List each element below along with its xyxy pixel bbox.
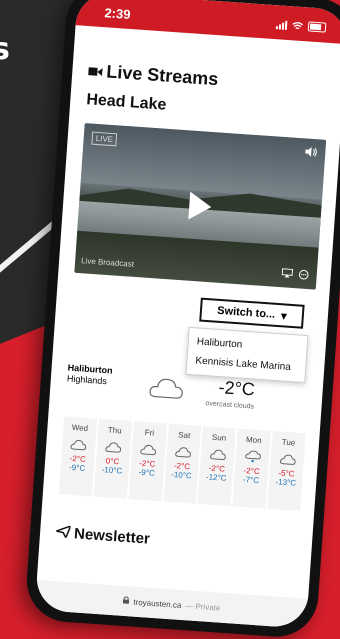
current-temperature: -2°C — [217, 377, 256, 400]
forecast-day-label: Sat — [177, 430, 191, 441]
forecast-day: Sun -2°C -12°C — [197, 426, 237, 507]
newsletter-title: Newsletter — [73, 525, 151, 548]
video-sky — [80, 123, 327, 200]
forecast-low: -9°C — [68, 462, 86, 473]
forecast-day: Mon -2°C -7°C — [232, 428, 271, 509]
forecast-day: Fri -2°C -9°C — [128, 421, 167, 502]
signal-icon — [275, 19, 288, 30]
url-domain: troyausten.ca — [133, 597, 182, 610]
forecast-low: -10°C — [170, 469, 193, 481]
url-private-label: — Private — [185, 600, 221, 613]
phone-screen: 2:39 Live Streams Head Lake LIVE Live Br… — [34, 0, 340, 629]
forecast-day-label: Mon — [245, 435, 262, 446]
cloud-icon — [175, 447, 191, 458]
forecast-low: -9°C — [138, 467, 156, 478]
status-icons — [275, 17, 327, 35]
cloud-icon — [149, 378, 183, 399]
switch-to-label: Switch to... — [216, 304, 276, 321]
forecast-day-label: Wed — [71, 422, 89, 434]
weather-description: overcast clouds — [205, 400, 255, 411]
video-controls — [281, 268, 309, 283]
browser-url-bar[interactable]: troyausten.ca — Private — [34, 579, 309, 629]
background-brand-text: s — [0, 32, 10, 67]
forecast-low: -7°C — [242, 474, 260, 486]
page-content: Live Streams Head Lake LIVE Live Broadca… — [40, 25, 340, 559]
more-options-icon[interactable] — [298, 269, 309, 283]
cloud-icon — [140, 444, 157, 456]
forecast-low: -12°C — [205, 472, 227, 483]
wifi-icon — [292, 18, 304, 34]
video-camera-icon — [88, 65, 103, 77]
phone-frame: 2:39 Live Streams Head Lake LIVE Live Br… — [24, 0, 340, 639]
status-time: 2:39 — [104, 4, 132, 22]
caret-down-icon: ▾ — [280, 309, 288, 323]
switch-to-dropdown[interactable]: Switch to... ▾ — [199, 297, 305, 329]
forecast-day: Tue -5°C -13°C — [267, 430, 306, 512]
live-streams-heading: Live Streams — [88, 60, 331, 98]
forecast-row: Wed -2°C -9°C Thu 0°C -10°C Fri -2°C -9°… — [58, 416, 306, 512]
live-badge: LIVE — [91, 131, 118, 147]
forecast-low: -13°C — [275, 477, 297, 488]
broadcast-label: Live Broadcast — [80, 256, 135, 269]
forecast-day: Sat -2°C -10°C — [163, 423, 202, 504]
forecast-day-label: Fri — [144, 428, 155, 438]
newsletter-heading: Newsletter — [53, 524, 299, 558]
cloud-icon — [105, 442, 122, 453]
play-icon[interactable] — [188, 191, 213, 222]
snow-cloud-icon — [244, 450, 261, 463]
weather-location-line2: Highlands — [66, 373, 108, 387]
forecast-day-label: Sun — [211, 432, 227, 443]
video-player[interactable]: LIVE Live Broadcast — [74, 123, 327, 290]
forecast-low: -10°C — [101, 465, 123, 476]
cloud-icon — [70, 439, 87, 451]
forecast-day: Thu 0°C -10°C — [93, 418, 132, 499]
lock-icon — [122, 596, 130, 606]
send-icon — [53, 524, 72, 542]
stream-location-title: Head Lake — [85, 91, 167, 114]
forecast-day-label: Tue — [281, 437, 296, 448]
forecast-day-label: Thu — [107, 425, 122, 436]
airplay-icon[interactable] — [281, 268, 294, 282]
cloud-icon — [279, 454, 296, 465]
cloud-icon — [209, 449, 226, 460]
forecast-day: Wed -2°C -9°C — [58, 416, 98, 497]
volume-icon[interactable] — [305, 146, 318, 161]
weather-location: Haliburton Highlands — [67, 362, 113, 387]
live-streams-title: Live Streams — [105, 61, 219, 90]
battery-icon — [307, 21, 327, 33]
